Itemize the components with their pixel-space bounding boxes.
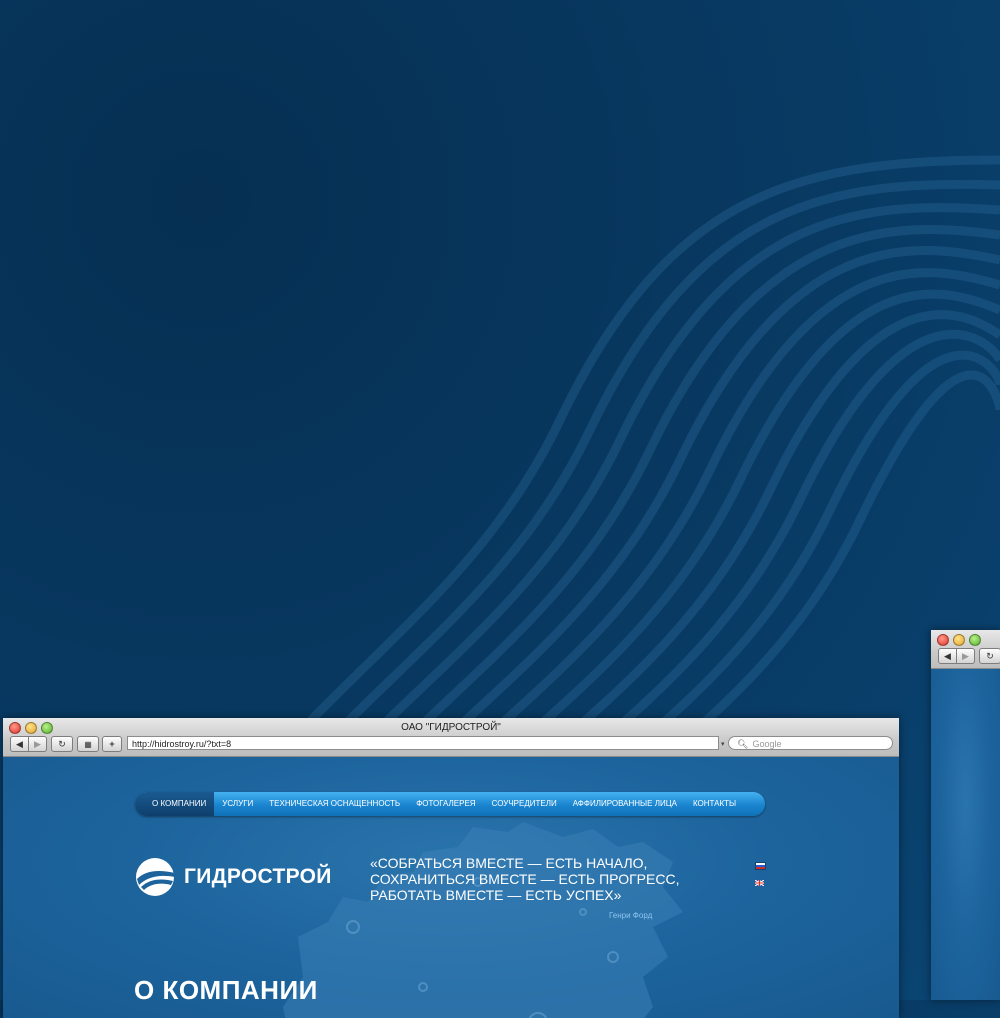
zoom-icon[interactable] — [969, 634, 981, 646]
browser-window: ОАО "ГИДРОСТРОЙ" ◀ ▶ ↻ ▦ + http://hidros… — [3, 718, 899, 1018]
add-bookmark-button[interactable]: + — [102, 736, 122, 752]
bookmarks-button[interactable]: ▦ — [77, 736, 99, 752]
logo[interactable]: ГИДРОСТРОЙ — [135, 857, 332, 897]
menu-item-about[interactable]: О КОМПАНИИ — [135, 792, 215, 816]
reload-icon: ↻ — [986, 650, 994, 661]
menu-item-founders[interactable]: СОУЧРЕДИТЕЛИ — [484, 792, 565, 816]
bookmarks-icon: ▦ — [84, 739, 92, 749]
back-button[interactable]: ◀ — [938, 648, 957, 664]
second-browser-window: ◀ ▶ ↻ — [931, 630, 1000, 1000]
menu-item-affiliates[interactable]: АФФИЛИРОВАННЫЕ ЛИЦА — [565, 792, 685, 816]
forward-button[interactable]: ▶ — [957, 648, 975, 664]
back-arrow-icon: ◀ — [16, 738, 23, 749]
menu-item-equipment[interactable]: ТЕХНИЧЕСКАЯ ОСНАЩЕННОСТЬ — [261, 792, 408, 816]
window-controls — [937, 634, 981, 646]
logo-emblem-icon — [136, 858, 175, 896]
quote: «СОБРАТЬСЯ ВМЕСТЕ — ЕСТЬ НАЧАЛО, СОХРАНИ… — [370, 855, 690, 903]
minimize-icon[interactable] — [953, 634, 965, 646]
quote-line: СОХРАНИТЬСЯ ВМЕСТЕ — ЕСТЬ ПРОГРЕСС, — [370, 871, 680, 887]
close-icon[interactable] — [937, 634, 949, 646]
window-title: ОАО "ГИДРОСТРОЙ" — [401, 722, 501, 733]
russian-flag-icon[interactable] — [755, 862, 766, 870]
forward-button[interactable]: ▶ — [29, 736, 47, 752]
brand-name: ГИДРОСТРОЙ — [184, 865, 332, 888]
search-placeholder: Google — [752, 739, 782, 749]
reload-icon: ↻ — [58, 738, 66, 749]
page-title: О КОМПАНИИ — [134, 975, 318, 1005]
reload-button[interactable]: ↻ — [979, 648, 1000, 664]
search-input[interactable]: 🔍︎ Google — [728, 736, 893, 750]
nav-buttons: ◀ ▶ — [938, 648, 975, 664]
back-button[interactable]: ◀ — [10, 736, 29, 752]
main-menu: О КОМПАНИИ УСЛУГИ ТЕХНИЧЕСКАЯ ОСНАЩЕННОС… — [135, 792, 765, 816]
reload-button[interactable]: ↻ — [51, 736, 73, 752]
back-arrow-icon: ◀ — [944, 650, 951, 661]
quote-line: «СОБРАТЬСЯ ВМЕСТЕ — ЕСТЬ НАЧАЛО, — [370, 855, 648, 871]
menu-item-gallery[interactable]: ФОТОГАЛЕРЕЯ — [408, 792, 483, 816]
menu-item-services[interactable]: УСЛУГИ — [214, 792, 261, 816]
forward-arrow-icon: ▶ — [34, 738, 41, 749]
web-page: О КОМПАНИИ УСЛУГИ ТЕХНИЧЕСКАЯ ОСНАЩЕННОС… — [3, 757, 899, 1018]
url-dropdown-icon[interactable]: ▾ — [721, 740, 725, 748]
forward-arrow-icon: ▶ — [962, 650, 969, 661]
search-icon: 🔍︎ — [737, 739, 749, 749]
english-flag-icon[interactable] — [755, 880, 764, 886]
url-input[interactable]: http://hidrostroy.ru/?txt=8 — [127, 736, 719, 750]
quote-author: Генри Форд — [609, 911, 653, 920]
menu-item-contacts[interactable]: КОНТАКТЫ — [685, 792, 744, 816]
title-bar: ◀ ▶ ↻ — [931, 630, 1000, 669]
quote-line: РАБОТАТЬ ВМЕСТЕ — ЕСТЬ УСПЕХ» — [370, 887, 622, 903]
title-bar: ОАО "ГИДРОСТРОЙ" ◀ ▶ ↻ ▦ + http://hidros… — [3, 718, 899, 757]
nav-buttons: ◀ ▶ — [10, 736, 47, 752]
web-page — [931, 669, 1000, 1000]
